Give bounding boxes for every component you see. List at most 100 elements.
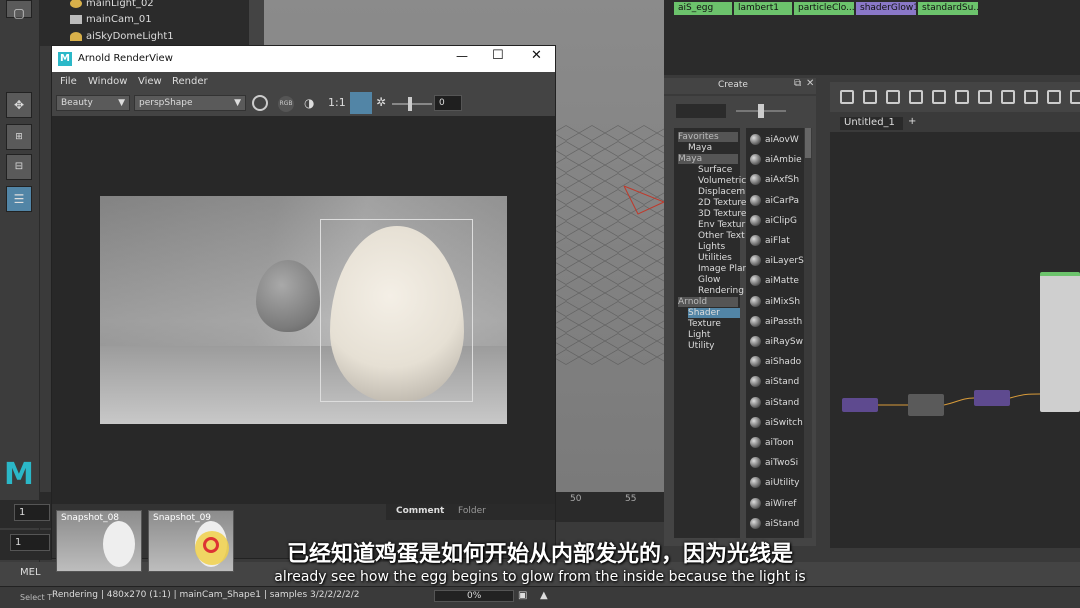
node-editor-tool-icon[interactable] <box>955 90 969 104</box>
tree-item[interactable]: Shader <box>688 308 740 318</box>
slider-handle[interactable] <box>758 104 764 118</box>
node-list-item[interactable]: aiStand <box>750 517 799 529</box>
exposure-slider-handle[interactable] <box>408 97 412 111</box>
node-list-item[interactable]: aiToon <box>750 437 794 448</box>
tree-item[interactable]: Texture <box>688 319 721 329</box>
tree-item[interactable]: Lights <box>698 242 725 252</box>
node-list-item[interactable]: aiTwoSi <box>750 457 798 469</box>
node-list-item[interactable]: aiMatte <box>750 275 799 287</box>
minimize-icon[interactable]: — <box>456 49 468 63</box>
tab-comment[interactable]: Comment <box>396 506 444 516</box>
tree-item[interactable]: Displacem <box>698 187 745 197</box>
node-editor-tool-icon[interactable] <box>909 90 923 104</box>
layout-grid-icon[interactable]: ⊞ <box>6 124 32 150</box>
node-editor-tool-icon[interactable] <box>863 90 877 104</box>
tree-item[interactable]: Glow <box>698 275 720 285</box>
camera-snapshot-icon[interactable]: ▣ <box>518 590 527 601</box>
tree-item[interactable]: Rendering <box>698 286 744 296</box>
select-tool-icon[interactable]: ▢ <box>6 0 32 20</box>
tree-item[interactable]: Surface <box>698 165 732 175</box>
node-editor-tool-icon[interactable] <box>840 90 854 104</box>
material-swatch[interactable]: lambert1 <box>734 2 792 15</box>
node-editor-tool-icon[interactable] <box>1024 90 1038 104</box>
exposure-slider[interactable] <box>392 103 432 105</box>
node-list-scrollbar[interactable] <box>804 128 812 538</box>
node-editor-tool-icon[interactable] <box>978 90 992 104</box>
node-list-item[interactable]: aiWiref <box>750 497 796 509</box>
node-graph[interactable] <box>830 132 1080 548</box>
material-swatch[interactable]: shaderGlow1 <box>856 2 916 15</box>
tab-untitled-1[interactable]: Untitled_1 <box>840 117 903 130</box>
close-icon[interactable]: ✕ <box>531 48 542 63</box>
camera-dropdown[interactable]: perspShape ▼ <box>134 95 246 111</box>
node-list-item[interactable]: aiSwitch <box>750 416 803 428</box>
render-icon[interactable] <box>252 95 268 111</box>
menu-render[interactable]: Render <box>172 76 208 87</box>
tree-item[interactable]: Other Text <box>698 231 745 241</box>
skydome-light-icon <box>70 31 82 41</box>
start-frame-field[interactable]: 1 <box>14 504 50 521</box>
material-swatch[interactable]: standardSu... <box>918 2 978 15</box>
menu-view[interactable]: View <box>138 76 162 87</box>
node-list-item[interactable]: aiStand <box>750 396 799 408</box>
node-editor-tool-icon[interactable] <box>1047 90 1061 104</box>
material-swatch[interactable]: aiS_egg <box>674 2 732 15</box>
node-list-item[interactable]: aiFlat <box>750 235 790 246</box>
render-region-box[interactable] <box>320 219 473 402</box>
node-editor-tool-icon[interactable] <box>932 90 946 104</box>
render-canvas[interactable] <box>52 116 555 504</box>
tree-item[interactable]: Env Textur <box>698 220 745 230</box>
outliner-layout-icon[interactable]: ☰ <box>6 186 32 212</box>
tab-folder[interactable]: Folder <box>458 506 486 516</box>
tree-item[interactable]: Arnold <box>678 297 738 307</box>
node-list-item[interactable]: aiAmbie <box>750 154 802 166</box>
menu-file[interactable]: File <box>60 76 77 87</box>
tree-item[interactable]: 2D Texture <box>698 198 746 208</box>
layout-split-icon[interactable]: ⊟ <box>6 154 32 180</box>
tree-item[interactable]: Maya <box>678 154 738 164</box>
node-list-item[interactable]: aiUtility <box>750 477 800 489</box>
float-icon[interactable]: ⧉ <box>794 78 801 89</box>
tree-item[interactable]: 3D Texture <box>698 209 746 219</box>
node-list-item[interactable]: aiLayerS <box>750 255 804 267</box>
outliner-item[interactable]: mainCam_01 <box>70 14 152 25</box>
aov-dropdown[interactable]: Beauty ▼ <box>56 95 130 111</box>
tree-item[interactable]: Utilities <box>698 253 732 263</box>
menu-window[interactable]: Window <box>88 76 127 87</box>
node-list-item[interactable]: aiCarPa <box>750 194 799 206</box>
chevron-up-icon[interactable]: ▲ <box>540 590 548 601</box>
scrollbar-thumb[interactable] <box>805 128 811 158</box>
rgb-channel-icon[interactable]: RGB <box>278 96 294 112</box>
node-list-item[interactable]: aiRaySw <box>750 336 803 347</box>
alpha-icon[interactable]: ◑ <box>304 96 314 110</box>
outliner-item[interactable]: mainLight_02 <box>70 0 154 9</box>
node-list-item[interactable]: aiMixSh <box>750 295 800 307</box>
node-list-item[interactable]: aiAxfSh <box>750 174 799 186</box>
tree-item[interactable]: Maya <box>688 143 712 153</box>
tree-item[interactable]: Favorites <box>678 132 738 142</box>
node-list-item[interactable]: aiClipG <box>750 214 797 226</box>
maximize-icon[interactable]: ☐ <box>492 48 504 63</box>
node-editor-tool-icon[interactable] <box>886 90 900 104</box>
add-tab-button[interactable]: + <box>908 116 916 127</box>
create-search-field[interactable] <box>676 104 726 118</box>
move-tool-icon[interactable]: ✥ <box>6 92 32 118</box>
node-list-item[interactable]: aiShado <box>750 356 801 368</box>
node-list-item[interactable]: aiStand <box>750 376 799 388</box>
window-titlebar[interactable]: M Arnold RenderView — ☐ ✕ <box>52 46 555 72</box>
refresh-icon[interactable]: ✲ <box>376 95 386 109</box>
tree-item[interactable]: Image Plan <box>698 264 748 274</box>
close-icon[interactable]: ✕ <box>806 78 814 89</box>
node-editor-tool-icon[interactable] <box>1001 90 1015 104</box>
material-swatch[interactable]: particleClo... <box>794 2 854 15</box>
ratio-button[interactable]: 1:1 <box>328 96 346 109</box>
tree-item[interactable]: Volumetric <box>698 176 746 186</box>
tree-item[interactable]: Utility <box>688 341 714 351</box>
node-editor-tool-icon[interactable] <box>1070 90 1080 104</box>
region-render-icon[interactable] <box>350 92 372 114</box>
node-list-item[interactable]: aiAovW <box>750 134 799 145</box>
outliner-item[interactable]: aiSkyDomeLight1 <box>70 31 174 42</box>
node-list-item[interactable]: aiPassth <box>750 315 802 327</box>
tree-item[interactable]: Light <box>688 330 710 340</box>
exposure-field[interactable]: 0 <box>434 95 462 111</box>
